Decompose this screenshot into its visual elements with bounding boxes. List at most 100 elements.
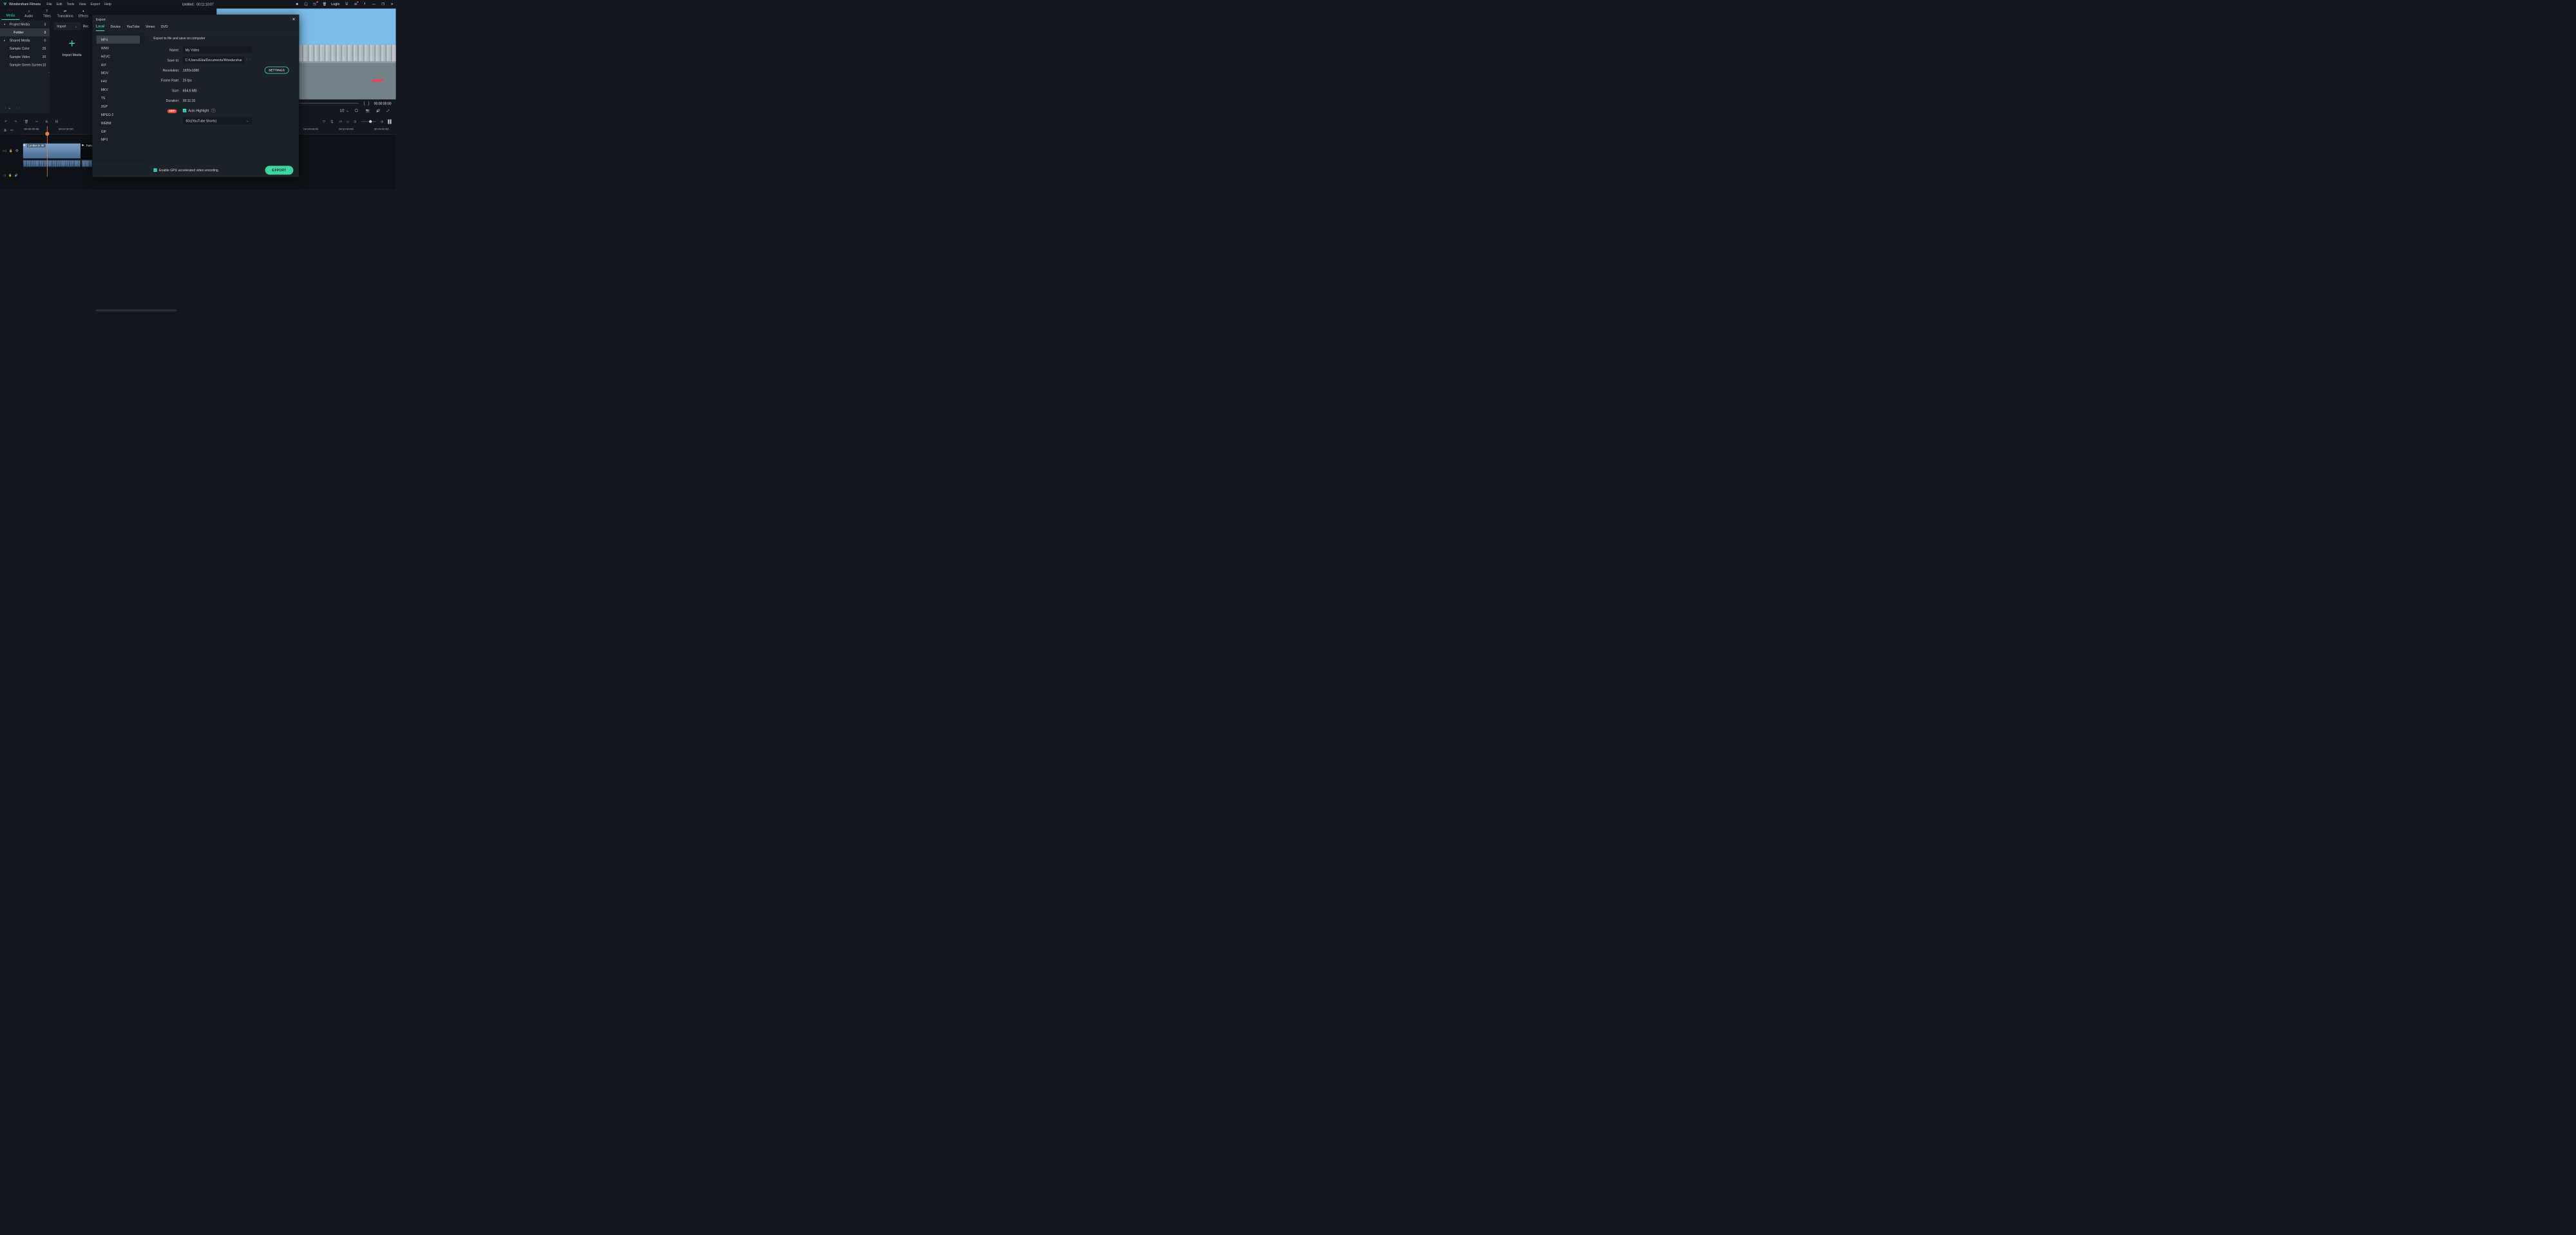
timeline-clip[interactable]: ▶ London in 4K [23,143,80,158]
sidebar-sample-video[interactable]: Sample Video 20 [0,53,50,61]
display-icon[interactable]: 🖵 [355,109,359,113]
cart-icon[interactable]: 🛒 [313,2,317,6]
tab-transitions[interactable]: ⇄ Transitions [56,8,74,20]
menu-tools[interactable]: Tools [67,2,75,6]
open-folder-icon[interactable]: 🗀 [16,106,19,112]
import-dropdown[interactable]: Import [54,23,80,30]
format-mp3[interactable]: MP3 [97,136,140,144]
login-button[interactable]: LogIn [331,2,339,6]
lock-icon[interactable]: 🔓 [8,174,12,177]
snapshot-icon[interactable]: 📷 [366,109,370,113]
new-folder-icon[interactable]: 🗀₊ [6,106,11,112]
saveto-input[interactable] [183,57,245,64]
timeline-audio-clip[interactable] [81,160,92,167]
timeline-audio-clip[interactable] [23,160,80,167]
record-button[interactable]: Rec [83,24,89,28]
timeline-clip[interactable]: ▶ Paris [81,143,92,158]
zoom-slider[interactable] [361,121,377,122]
mute-icon[interactable]: 🔊 [14,174,17,177]
volume-icon[interactable]: 🔊 [376,109,381,113]
adjust-icon[interactable]: ⚙ [45,120,48,124]
tab-titles[interactable]: T Titles [38,8,56,20]
ruler-mark: 00:02:30:00 [59,127,73,131]
shorts-preset-dropdown[interactable]: 60s(YouTube Shorts) [183,117,252,124]
expand-icon[interactable]: ⤢ [387,109,392,113]
close-icon[interactable]: ✕ [292,17,295,22]
menu-help[interactable]: Help [104,2,111,6]
zoom-in-icon[interactable]: ⊕ [381,120,383,124]
format-hevc[interactable]: HEVC [97,52,140,61]
sidebar-shared-media[interactable]: Shared Media 0 [0,36,50,44]
track-type-icon: ♪1 [3,174,6,177]
tab-audio[interactable]: ♫ Audio [20,8,38,20]
format-avi[interactable]: AVI [97,61,140,69]
menu-edit[interactable]: Edit [57,2,62,6]
timeline-scrollbar[interactable] [96,310,176,312]
keyframe-icon[interactable]: ◇ [346,120,349,124]
sidebar-folder[interactable]: Folder 3 [0,28,50,37]
format-f4v[interactable]: F4V [97,77,140,86]
playhead[interactable] [47,126,48,176]
sidebar-item-label: Shared Media [10,39,30,42]
help-icon[interactable]: ? [211,109,215,113]
support-icon[interactable]: 🎧 [304,2,308,6]
sidebar-sample-color[interactable]: Sample Color 25 [0,44,50,53]
zoom-out-icon[interactable]: ⊖ [354,120,356,124]
mark-in-icon[interactable]: { [364,101,365,106]
close-window-icon[interactable]: ✕ [390,2,394,6]
menu-view[interactable]: View [79,2,86,6]
menu-export[interactable]: Export [91,2,100,6]
format-mkv[interactable]: MKV [97,86,140,94]
export-tab-youtube[interactable]: YouTube [127,24,140,30]
format-webm[interactable]: WEBM [97,119,140,127]
gift-icon[interactable]: 🗑 [322,2,327,6]
audio-mixer-icon[interactable]: ⦀⦀ [55,120,58,124]
mark-out-icon[interactable]: } [368,101,370,106]
sidebar-item-count: 3 [44,30,46,34]
sidebar-item-count: 3 [44,23,46,26]
redo-icon[interactable]: ↷ [14,120,17,124]
minimize-icon[interactable]: ― [372,2,376,6]
format-3gp[interactable]: 3GP [97,102,140,111]
undo-icon[interactable]: ↶ [5,120,7,124]
auto-highlight-checkbox[interactable]: ✓ [183,109,186,112]
tips-icon[interactable]: ✺ [295,2,299,6]
eye-icon[interactable]: 👁 [15,149,19,153]
export-tab-vimeo[interactable]: Vimeo [146,24,155,30]
download-icon[interactable]: ⭳ [363,2,367,6]
sidebar-project-media[interactable]: Project Media 3 [0,20,50,28]
name-input[interactable] [183,46,252,53]
menu-file[interactable]: File [46,2,52,6]
format-wmv[interactable]: WMV [97,44,140,52]
timeline-copy-icon[interactable]: ⧉ [4,128,6,132]
lock-icon[interactable]: 🔓 [9,149,12,153]
format-mov[interactable]: MOV [97,69,140,77]
format-ts[interactable]: TS [97,94,140,102]
split-icon[interactable]: ✂ [35,120,38,124]
ruler-mark: 00:00:00:00 [24,127,39,131]
delete-icon[interactable]: 🗑 [24,120,28,124]
settings-button[interactable]: SETTINGS [265,66,289,73]
format-mp4[interactable]: MP4 [97,35,140,44]
export-tab-local[interactable]: Local [96,24,104,31]
messages-icon[interactable]: ✉ [354,2,358,6]
pause-icon[interactable] [388,119,392,124]
timeline-link-icon[interactable]: ⚯ [10,128,13,132]
maximize-icon[interactable]: ❐ [381,2,385,6]
sidebar-sample-green[interactable]: Sample Green Screen 10 [0,61,50,69]
tab-media[interactable]: 🗀 Media [1,8,19,20]
export-tab-dvd[interactable]: DVD [161,24,168,30]
zoom-dropdown[interactable]: 1/2 ⌄ [340,109,349,113]
format-gif[interactable]: GIF [97,127,140,136]
voiceover-icon[interactable]: 🎙 [330,120,334,124]
gpu-checkbox[interactable]: ✓ [153,168,156,171]
save-icon[interactable]: 🖫 [345,2,349,6]
music-icon[interactable]: ♪≡ [339,120,343,124]
tab-effects[interactable]: ✦ Effects [74,8,92,20]
export-confirm-button[interactable]: EXPORT [265,165,293,174]
import-media-tile[interactable]: + Import Media [54,36,90,61]
marker-icon[interactable]: ⛉ [323,120,325,124]
export-tab-device[interactable]: Device [111,24,121,30]
format-mpeg2[interactable]: MPEG-2 [97,111,140,119]
browse-folder-icon[interactable]: 🗀 [247,57,250,63]
